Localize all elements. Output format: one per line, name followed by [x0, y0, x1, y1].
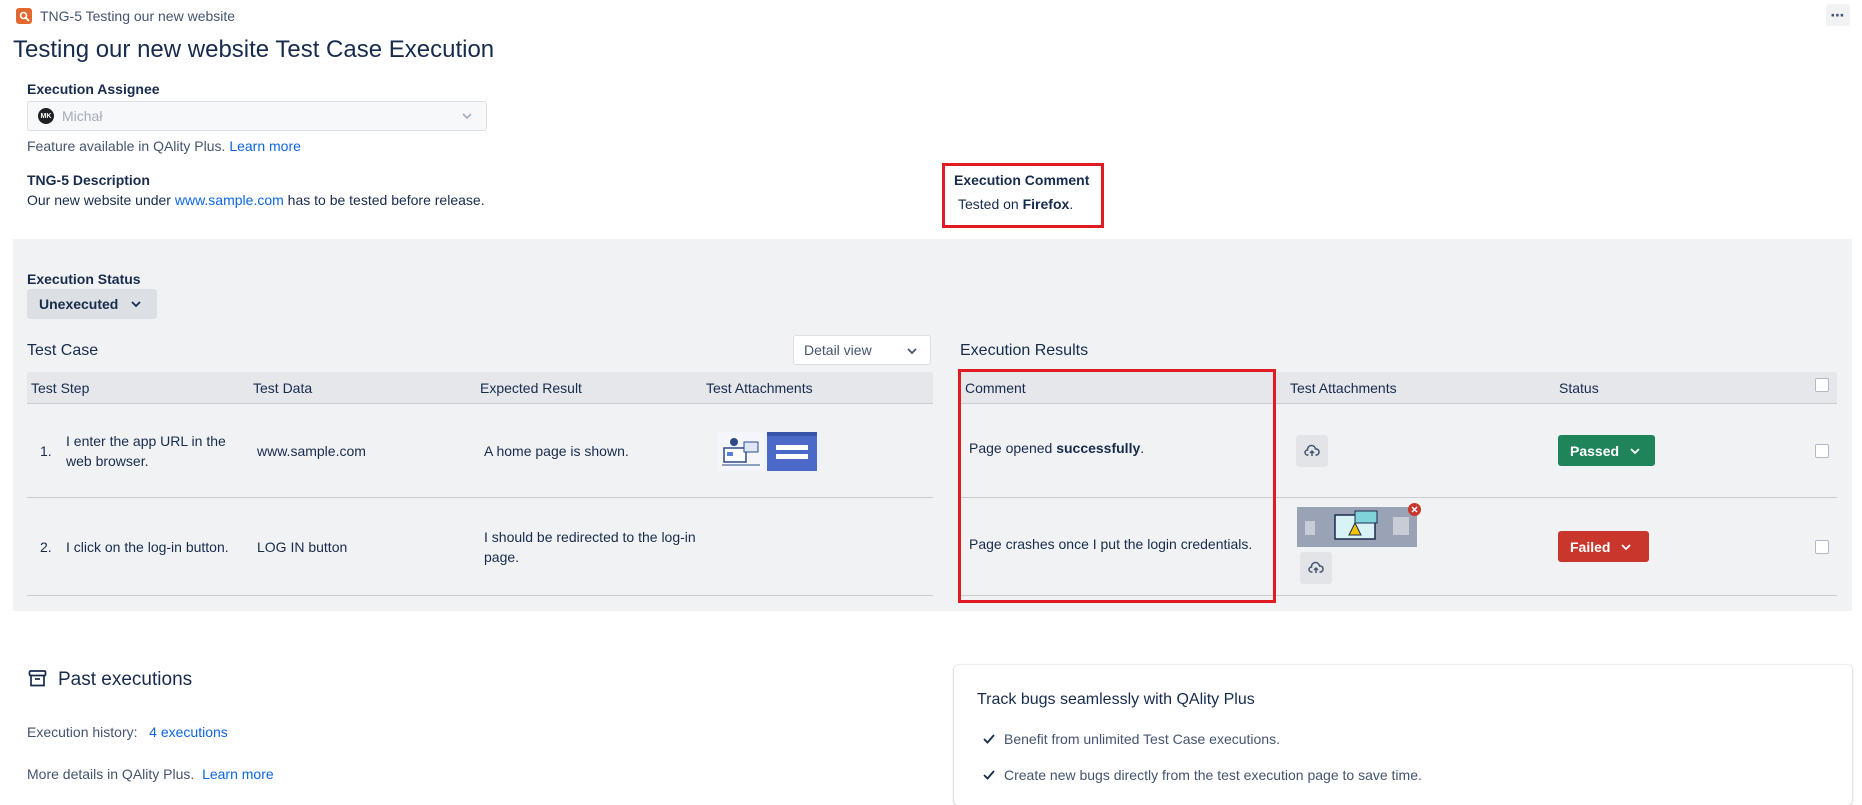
comment-column-highlight [958, 369, 1276, 603]
list-item: Benefit from unlimited Test Case executi… [982, 731, 1280, 747]
promo-card: Track bugs seamlessly with QAlity Plus B… [954, 665, 1852, 805]
expected-result: A home page is shown. [484, 443, 629, 459]
list-item: Create new bugs directly from the test e… [982, 767, 1422, 783]
status-label: Passed [1570, 442, 1620, 459]
attachment-thumbnail-image[interactable] [1297, 507, 1417, 547]
test-case-heading: Test Case [27, 342, 99, 359]
checkmark-icon [983, 770, 995, 780]
view-select-value: Detail view [804, 342, 872, 358]
expected-result: I should be redirected to the log-in pag… [484, 529, 696, 565]
checkmark-icon [983, 734, 995, 744]
col-expected-result: Expected Result [480, 380, 582, 396]
select-all-checkbox[interactable] [1815, 378, 1829, 392]
execution-status-dropdown[interactable]: Unexecuted [27, 289, 157, 319]
description-label: TNG-5 Description [27, 172, 150, 188]
description-text: Our new website under www.sample.com has… [27, 192, 485, 208]
col-test-attachments: Test Attachments [706, 380, 813, 396]
upload-attachment-button[interactable] [1300, 552, 1332, 584]
description-link[interactable]: www.sample.com [175, 192, 284, 208]
page-title: Testing our new website Test Case Execut… [13, 36, 495, 63]
col-test-data: Test Data [253, 380, 313, 396]
view-select[interactable]: Detail view [793, 335, 931, 365]
cloud-upload-icon [1308, 561, 1324, 573]
more-details: More details in QAlity Plus. Learn more [27, 766, 274, 782]
divider [27, 595, 933, 596]
col-test-step: Test Step [31, 380, 90, 396]
step-text: I enter the app URL in the web browser. [66, 433, 226, 469]
archive-icon [28, 670, 47, 687]
execution-history-link[interactable]: 4 executions [149, 724, 228, 740]
assignee-select: MK Michał [27, 101, 487, 131]
row-checkbox[interactable] [1815, 444, 1829, 458]
avatar: MK [38, 108, 54, 124]
step-number: 2. [40, 539, 52, 555]
remove-attachment-button[interactable] [1408, 503, 1421, 516]
attachment-thumbnail-image[interactable] [767, 432, 817, 471]
chevron-down-icon [1630, 447, 1640, 454]
execution-comment-label: Execution Comment [954, 172, 1090, 188]
status-failed-button[interactable]: Failed [1558, 531, 1649, 562]
more-details-learn-more-link[interactable]: Learn more [202, 766, 274, 782]
col-status: Status [1559, 380, 1599, 396]
past-executions-heading: Past executions [58, 669, 193, 690]
status-passed-button[interactable]: Passed [1558, 435, 1655, 466]
status-label: Failed [1570, 538, 1611, 555]
execution-status-label: Execution Status [27, 271, 141, 287]
divider [27, 497, 933, 498]
feature-note: Feature available in QAlity Plus. [27, 138, 226, 154]
chevron-down-icon [907, 348, 917, 355]
step-number: 1. [40, 443, 52, 459]
close-icon [1411, 506, 1418, 513]
attachment-thumbnail-image[interactable] [718, 432, 764, 471]
test-case-table-header: Test Step Test Data Expected Result Test… [27, 372, 933, 404]
test-data-link[interactable]: www.sample.com [257, 441, 366, 461]
cloud-upload-icon [1304, 444, 1320, 456]
col-test-attachments: Test Attachments [1290, 380, 1397, 396]
more-actions-button[interactable]: ⋯ [1826, 4, 1850, 26]
execution-results-heading: Execution Results [960, 342, 1089, 359]
step-text: I click on the log-in button. [66, 539, 229, 555]
learn-more-link[interactable]: Learn more [229, 138, 301, 154]
project-logo-icon[interactable] [16, 8, 32, 24]
assignee-label: Execution Assignee [27, 81, 160, 97]
test-data: LOG IN button [257, 539, 348, 555]
row-checkbox[interactable] [1815, 540, 1829, 554]
issue-breadcrumb[interactable]: TNG-5 Testing our new website [40, 8, 235, 24]
chevron-down-icon [462, 113, 472, 120]
upload-attachment-button[interactable] [1296, 435, 1328, 467]
divider [27, 403, 933, 404]
execution-comment-text[interactable]: Tested on Firefox. [958, 196, 1073, 212]
promo-title: Track bugs seamlessly with QAlity Plus [977, 691, 1255, 708]
chevron-down-icon [131, 301, 141, 308]
assignee-value: Michał [62, 108, 103, 124]
chevron-down-icon [1621, 543, 1632, 550]
execution-status-value: Unexecuted [39, 296, 119, 312]
execution-history: Execution history: 4 executions [27, 724, 228, 740]
